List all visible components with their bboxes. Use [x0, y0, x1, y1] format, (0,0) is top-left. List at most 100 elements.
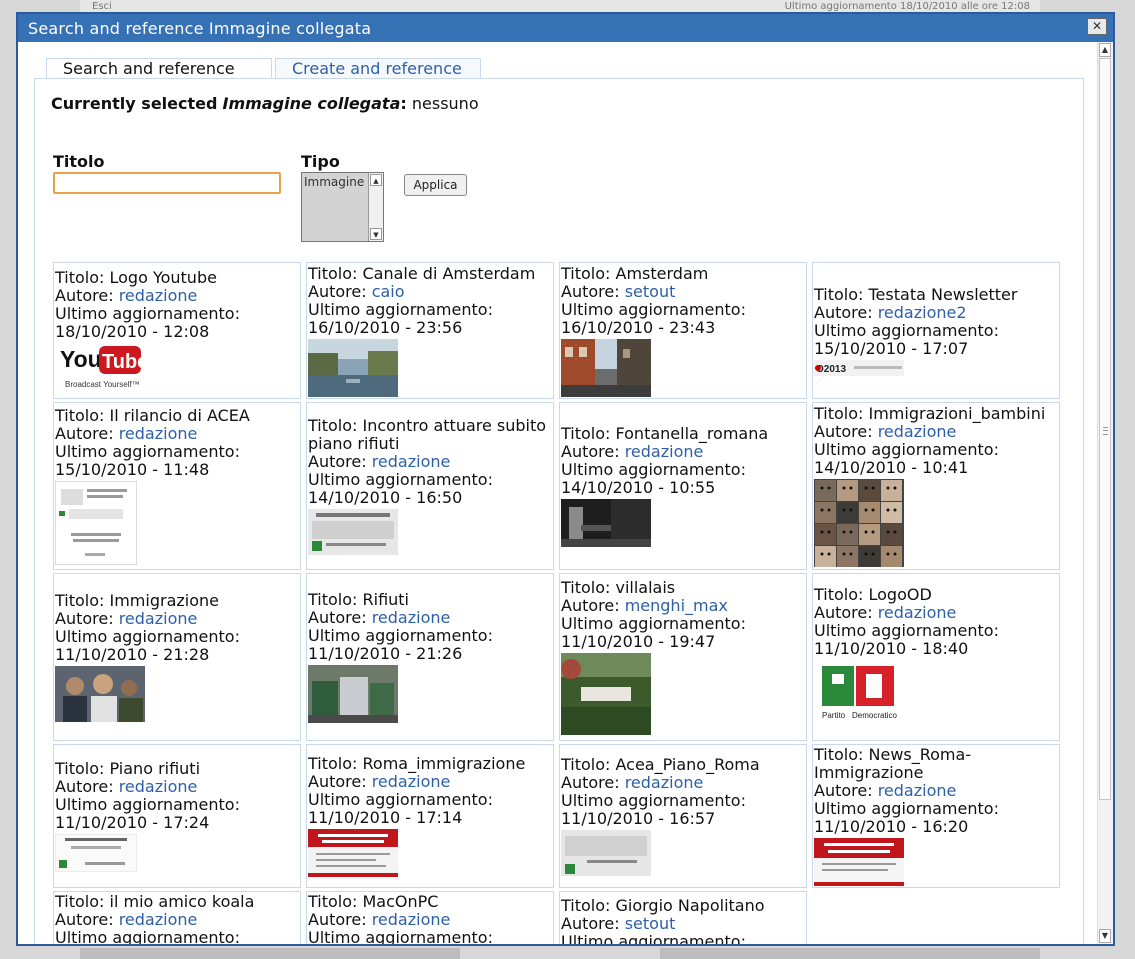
author-link[interactable]: redazione: [372, 772, 451, 791]
author-link[interactable]: redazione: [878, 781, 957, 800]
result-thumbnail[interactable]: [561, 653, 651, 735]
result-date: 11/10/2010 - 17:24: [55, 813, 210, 832]
result-title: Titolo: Rifiuti: [308, 590, 409, 609]
result-thumbnail[interactable]: [55, 666, 145, 722]
result-cell[interactable]: Titolo: Giorgio Napolitano Autore: setout…: [559, 891, 807, 944]
result-thumbnail[interactable]: [561, 338, 651, 397]
author-label: Autore:: [55, 609, 119, 628]
result-cell[interactable]: Titolo: News_Roma-Immigrazione Autore: re…: [812, 744, 1060, 888]
result-author: Autore: redazione: [814, 604, 1058, 622]
author-label: Autore:: [308, 772, 372, 791]
svg-text:You: You: [60, 346, 102, 372]
author-link[interactable]: redazione: [372, 608, 451, 627]
result-cell[interactable]: Titolo: Fontanella_romana Autore: redazio…: [559, 402, 807, 570]
result-thumbnail[interactable]: [561, 830, 651, 876]
result-thumbnail[interactable]: O2013: [814, 359, 904, 376]
tab-search-and-reference[interactable]: Search and reference: [46, 58, 272, 78]
result-title: Titolo: il mio amico koala: [55, 892, 255, 911]
result-cell[interactable]: Titolo: Immigrazione Autore: redazione Ult…: [53, 573, 301, 741]
result-date: 14/10/2010 - 10:55: [561, 478, 716, 497]
result-thumbnail[interactable]: [55, 834, 137, 872]
author-link[interactable]: caio: [372, 282, 405, 301]
result-thumbnail[interactable]: You Tube Broadcast Yourself™: [55, 343, 145, 393]
author-link[interactable]: redazione: [119, 609, 198, 628]
result-thumbnail[interactable]: [561, 499, 651, 547]
scroll-down-icon[interactable]: ▼: [370, 228, 382, 240]
apply-button[interactable]: Applica: [404, 174, 467, 196]
current-prefix: Currently selected: [51, 94, 218, 113]
result-title: Titolo: Giorgio Napolitano: [561, 896, 765, 915]
scroll-up-icon[interactable]: ▲: [1099, 43, 1111, 57]
author-link[interactable]: setout: [625, 282, 676, 301]
svg-text:Broadcast Yourself™: Broadcast Yourself™: [65, 380, 140, 389]
result-date: 11/10/2010 - 16:57: [561, 809, 716, 828]
result-cell[interactable]: Titolo: Canale di Amsterdam Autore: caio U…: [306, 262, 554, 399]
background-panel: [660, 948, 1040, 959]
result-updated-label: Ultimo aggiornamento:: [561, 932, 746, 945]
author-link[interactable]: redazione2: [878, 303, 967, 322]
author-link[interactable]: redazione: [878, 603, 957, 622]
result-thumbnail[interactable]: [308, 338, 398, 397]
result-cell[interactable]: Titolo: Acea_Piano_Roma Autore: redazione…: [559, 744, 807, 888]
result-date: 15/10/2010 - 17:07: [814, 338, 969, 358]
result-updated-label: Ultimo aggiornamento:: [561, 299, 746, 319]
result-title: Titolo: Amsterdam: [561, 263, 709, 283]
author-link[interactable]: redazione: [878, 422, 957, 441]
result-cell[interactable]: Titolo: Logo Youtube Autore: redazione Ult…: [53, 262, 301, 399]
titolo-input[interactable]: [55, 176, 279, 195]
result-thumbnail[interactable]: [814, 479, 904, 567]
result-cell[interactable]: Titolo: Rifiuti Autore: redazione Ultimo a…: [306, 573, 554, 741]
result-cell[interactable]: Titolo: Amsterdam Autore: setout Ultimo ag…: [559, 262, 807, 399]
result-title: Titolo: Canale di Amsterdam: [308, 263, 536, 283]
result-cell[interactable]: Titolo: il mio amico koala Autore: redazi…: [53, 891, 301, 944]
scrollbar-thumb[interactable]: [1099, 58, 1111, 800]
result-thumbnail[interactable]: [308, 829, 398, 877]
result-date: 11/10/2010 - 21:26: [308, 644, 463, 663]
dialog-title: Search and reference Immagine collegata: [28, 19, 372, 38]
result-thumbnail[interactable]: Partito Democratico: [814, 660, 904, 728]
dialog-titlebar[interactable]: Search and reference Immagine collegata …: [18, 14, 1113, 42]
result-thumbnail[interactable]: [308, 665, 398, 723]
author-link[interactable]: redazione: [372, 452, 451, 471]
dialog-content: Search and reference Create and referenc…: [18, 42, 1098, 944]
tipo-scrollbar[interactable]: ▲ ▼: [368, 173, 383, 241]
author-link[interactable]: redazione: [119, 910, 198, 929]
result-thumbnail[interactable]: [55, 481, 137, 565]
author-link[interactable]: redazione: [625, 442, 704, 461]
result-thumbnail[interactable]: [814, 838, 904, 886]
tab-create-and-reference[interactable]: Create and reference: [275, 58, 481, 78]
result-cell[interactable]: Titolo: Piano rifiuti Autore: redazione Ul…: [53, 744, 301, 888]
author-link[interactable]: setout: [625, 914, 676, 933]
scroll-down-icon[interactable]: ▼: [1099, 929, 1111, 943]
result-cell[interactable]: Titolo: LogoOD Autore: redazione Ultimo ag…: [812, 573, 1060, 741]
result-cell[interactable]: Titolo: villalais Autore: menghi_max Ultim…: [559, 573, 807, 741]
tipo-select[interactable]: Immagine ▲ ▼: [301, 172, 384, 242]
result-updated-label: Ultimo aggiornamento:: [55, 627, 240, 646]
scroll-up-icon[interactable]: ▲: [370, 174, 382, 186]
svg-text:Partito: Partito: [822, 711, 846, 720]
result-title: Titolo: Immigrazioni_bambini: [814, 404, 1046, 423]
result-cell[interactable]: Titolo: Il rilancio di ACEA Autore: redaz…: [53, 402, 301, 570]
author-link[interactable]: redazione: [119, 777, 198, 796]
close-button[interactable]: ✕: [1087, 18, 1107, 35]
result-thumbnail[interactable]: [308, 509, 398, 555]
result-cell[interactable]: Titolo: Testata Newsletter Autore: redazi…: [812, 262, 1060, 399]
result-title: Titolo: Fontanella_romana: [561, 424, 769, 443]
tipo-option[interactable]: Immagine: [304, 175, 364, 189]
author-link[interactable]: redazione: [625, 773, 704, 792]
result-title: Titolo: villalais: [561, 578, 676, 597]
titolo-field[interactable]: [53, 172, 281, 195]
result-cell[interactable]: Titolo: MacOnPC Autore: redazione Ultimo a…: [306, 891, 554, 944]
result-cell[interactable]: Titolo: Immigrazioni_bambini Autore: reda…: [812, 402, 1060, 570]
author-link[interactable]: menghi_max: [625, 596, 728, 615]
author-link[interactable]: redazione: [372, 910, 451, 929]
result-cell[interactable]: Titolo: Incontro attuare subito piano ri…: [306, 402, 554, 570]
result-title: Titolo: Incontro attuare subito piano ri…: [308, 416, 547, 453]
dialog-scrollbar[interactable]: ▲ ▼: [1097, 42, 1113, 944]
author-label: Autore:: [561, 914, 625, 933]
author-link[interactable]: redazione: [119, 424, 198, 443]
current-selection: Currently selected Immagine collegata: n…: [51, 94, 479, 113]
result-cell[interactable]: Titolo: Roma_immigrazione Autore: redazio…: [306, 744, 554, 888]
background-panel: [80, 948, 460, 959]
author-link[interactable]: redazione: [119, 286, 198, 305]
